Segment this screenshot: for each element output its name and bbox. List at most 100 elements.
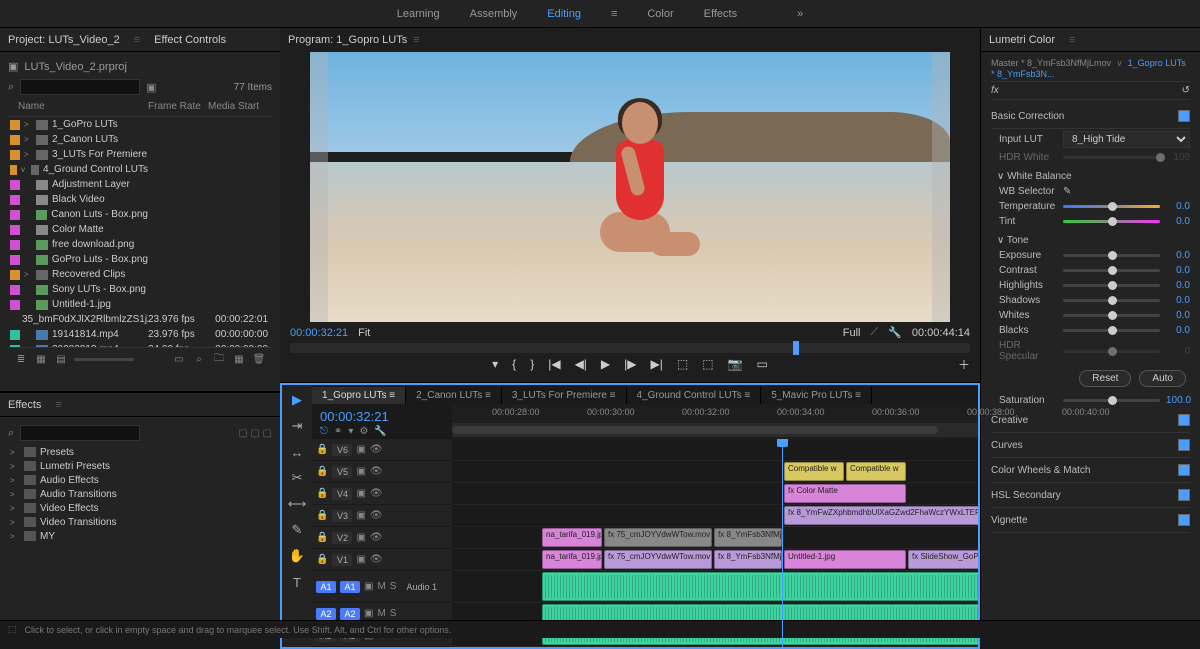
curves-section[interactable]: Curves	[991, 433, 1190, 458]
effects-folder[interactable]: >Audio Effects	[8, 473, 272, 487]
shadows-slider[interactable]	[1063, 299, 1160, 302]
video-track[interactable]: na_tarifa_019.jpgfx 75_cmJOYVdwWTow.mov …	[452, 527, 978, 549]
clip[interactable]: fx 8_YmFsb3NfMjLmov	[714, 550, 782, 569]
razor-tool[interactable]: ✂	[288, 469, 306, 487]
project-row[interactable]: >Recovered Clips	[8, 267, 272, 282]
video-track[interactable]: fx Color Matte	[452, 483, 978, 505]
zoom-dropdown[interactable]: Full	[843, 327, 861, 339]
snap-icon[interactable]: ⎋	[320, 426, 328, 437]
effects-folder[interactable]: >Video Effects	[8, 501, 272, 515]
go-in-button[interactable]: |◀	[548, 357, 560, 371]
effects-folder[interactable]: >Audio Transitions	[8, 487, 272, 501]
zoom-slider[interactable]	[74, 358, 134, 361]
audio-track[interactable]	[452, 571, 978, 603]
video-track-head[interactable]: 🔒V4▣👁	[312, 483, 452, 505]
white-balance-label[interactable]: White Balance	[1007, 171, 1071, 182]
project-row[interactable]: Canon Luts - Box.png	[8, 207, 272, 222]
project-row[interactable]: Untitled-1.jpg	[8, 297, 272, 312]
timeline-tab[interactable]: 2_Canon LUTs ≡	[406, 387, 502, 404]
project-list[interactable]: >1_GoPro LUTs>2_Canon LUTs>3_LUTs For Pr…	[8, 117, 272, 347]
exposure-slider[interactable]	[1063, 254, 1160, 257]
hand-tool[interactable]: ✋	[288, 547, 306, 565]
go-out-button[interactable]: ▶|	[651, 357, 663, 371]
project-row[interactable]: Sony LUTs - Box.png	[8, 282, 272, 297]
clip[interactable]: Compatible w	[846, 462, 906, 481]
project-row[interactable]: >2_Canon LUTs	[8, 132, 272, 147]
ws-color[interactable]: Color	[647, 8, 673, 20]
project-row[interactable]: 19141814.mp423.976 fps00:00:00:00	[8, 327, 272, 342]
clip[interactable]: fx 75_cmJOYVdwWTow.mov [-100%]	[604, 528, 712, 547]
project-row[interactable]: GoPro Luts - Box.png	[8, 252, 272, 267]
add-marker-button[interactable]: ▾	[492, 357, 498, 371]
video-track[interactable]: na_tarifa_019.jpgfx 75_cmJOYVdwWTow.mov …	[452, 549, 978, 571]
trash-icon[interactable]: 🗑	[252, 353, 266, 367]
effects-folder[interactable]: >Video Transitions	[8, 515, 272, 529]
program-timecode[interactable]: 00:00:32:21	[290, 327, 348, 339]
timeline-tab[interactable]: 3_LUTs For Premiere ≡	[502, 387, 627, 404]
link-icon[interactable]: ⚭	[334, 426, 342, 437]
project-row[interactable]: free download.png	[8, 237, 272, 252]
project-row[interactable]: Adjustment Layer	[8, 177, 272, 192]
ws-assembly[interactable]: Assembly	[470, 8, 518, 20]
new-bin-icon[interactable]: 🗀	[212, 353, 226, 367]
clip[interactable]: na_tarifa_019.jpg	[542, 528, 602, 547]
blacks-slider[interactable]	[1063, 329, 1160, 332]
timeline-playhead[interactable]	[782, 439, 783, 647]
program-scrubber[interactable]	[290, 343, 970, 353]
highlights-slider[interactable]	[1063, 284, 1160, 287]
clip[interactable]: fx 8_YmFwZXphbmdhbUlXaGZwd2FhaWczYWxLTEF…	[784, 506, 978, 525]
step-fwd-button[interactable]: |▶	[624, 357, 636, 371]
playhead-marker[interactable]	[793, 341, 799, 355]
project-search-input[interactable]	[20, 79, 140, 95]
audio-track-head[interactable]: A1A1▣MSAudio 1	[312, 571, 452, 603]
vignette-section[interactable]: Vignette	[991, 508, 1190, 533]
video-track-head[interactable]: 🔒V6▣👁	[312, 439, 452, 461]
basic-checkbox[interactable]	[1178, 110, 1190, 122]
tint-slider[interactable]	[1063, 220, 1160, 223]
zoom-scrubbar[interactable]	[452, 423, 978, 437]
track-select-tool[interactable]: ⇥	[288, 417, 306, 435]
video-track[interactable]	[452, 439, 978, 461]
extract-button[interactable]: ⬚	[702, 357, 713, 371]
wrench-icon[interactable]: 🔧	[374, 426, 386, 437]
effects-search-input[interactable]	[20, 425, 140, 441]
hsl-section[interactable]: HSL Secondary	[991, 483, 1190, 508]
icon-view-icon[interactable]: ▦	[34, 353, 48, 367]
temperature-slider[interactable]	[1063, 205, 1160, 208]
ws-effects[interactable]: Effects	[704, 8, 737, 20]
settings-icon[interactable]: 🔧	[888, 326, 902, 339]
mark-out-button[interactable]: }	[530, 357, 534, 371]
ripple-tool[interactable]: ↔	[288, 443, 306, 461]
clip[interactable]: Untitled-1.jpg	[784, 550, 906, 569]
step-back-button[interactable]: ◀|	[575, 357, 587, 371]
input-lut-select[interactable]: 8_High Tide	[1063, 131, 1190, 148]
fit-dropdown[interactable]: Fit	[358, 327, 370, 339]
video-track[interactable]: fx 8_YmFwZXphbmdhbUlXaGZwd2FhaWczYWxLTEF…	[452, 505, 978, 527]
video-track[interactable]: Compatible wCompatible w	[452, 461, 978, 483]
clip[interactable]: Compatible w	[784, 462, 844, 481]
marker-icon[interactable]: ▾	[348, 426, 353, 437]
project-row[interactable]: Color Matte	[8, 222, 272, 237]
contrast-slider[interactable]	[1063, 269, 1160, 272]
video-track-head[interactable]: 🔒V3▣👁	[312, 505, 452, 527]
filter-icon[interactable]: ▣	[146, 81, 156, 94]
video-track-head[interactable]: 🔒V2▣👁	[312, 527, 452, 549]
ws-menu-icon[interactable]: ≡	[611, 8, 617, 20]
effects-folder[interactable]: >Presets	[8, 445, 272, 459]
reset-button[interactable]: Reset	[1079, 370, 1131, 387]
find-icon[interactable]: ⌕	[192, 353, 206, 367]
pen-tool[interactable]: ✎	[288, 521, 306, 539]
video-track-head[interactable]: 🔒V1▣👁	[312, 549, 452, 571]
project-row[interactable]: >1_GoPro LUTs	[8, 117, 272, 132]
audio-clip[interactable]	[542, 572, 978, 601]
mark-in-button[interactable]: {	[512, 357, 516, 371]
timeline-tab[interactable]: 1_Gopro LUTs ≡	[312, 387, 406, 404]
effect-controls-tab[interactable]: Effect Controls	[154, 34, 226, 46]
timeline-timecode[interactable]: 00:00:32:21	[320, 409, 444, 424]
export-frame-button[interactable]: 📷	[728, 357, 743, 371]
ws-learning[interactable]: Learning	[397, 8, 440, 20]
ws-overflow-icon[interactable]: »	[797, 8, 803, 20]
project-row[interactable]: >3_LUTs For Premiere	[8, 147, 272, 162]
auto-button[interactable]: Auto	[1139, 370, 1186, 387]
settings-icon[interactable]: ⚙	[359, 426, 368, 437]
